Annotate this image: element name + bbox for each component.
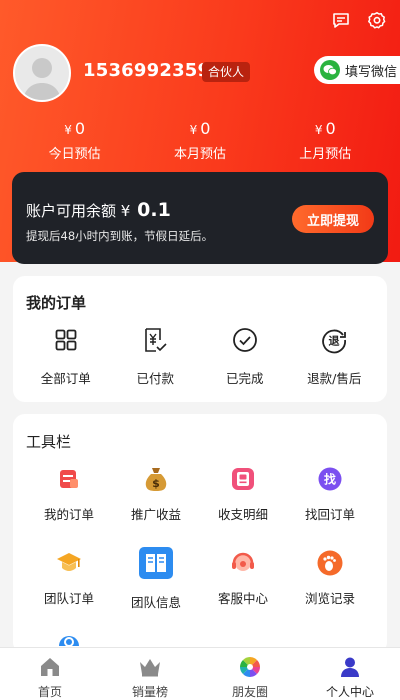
order-paid[interactable]: 已付款 xyxy=(113,326,197,387)
stat-label: 本月预估 xyxy=(173,147,226,162)
order-completed-label: 已完成 xyxy=(225,371,264,386)
order-refund[interactable]: 退 退款/售后 xyxy=(292,326,376,387)
balance-currency: ¥ xyxy=(120,202,131,220)
headset-icon xyxy=(228,548,258,578)
withdraw-note: 提现后48小时内到账，节假日延后。 xyxy=(26,229,214,243)
tools-title: 工具栏 xyxy=(26,433,72,451)
tool-browse-history[interactable]: 浏览记录 xyxy=(286,548,374,607)
svg-text:退: 退 xyxy=(329,334,340,348)
my-orders-card: 我的订单 全部订单 已付款 已完成 退 退款/售后 xyxy=(13,276,387,402)
graduation-cap-icon xyxy=(54,548,84,578)
tab-sales-ranking[interactable]: 销量榜 xyxy=(100,648,200,700)
balance-line: 账户可用余额 ¥ 0.1 xyxy=(26,199,171,221)
refund-icon: 退 xyxy=(320,326,348,354)
stat-currency: ¥ xyxy=(64,123,72,137)
tab-profile[interactable]: 个人中心 xyxy=(300,648,400,700)
tab-label: 首页 xyxy=(37,685,62,699)
avatar[interactable] xyxy=(13,44,71,102)
tool-label: 团队信息 xyxy=(130,595,181,610)
member-level-badge: 合伙人 xyxy=(202,62,251,82)
settings-icon[interactable] xyxy=(366,10,388,32)
balance-amount: 0.1 xyxy=(137,199,171,221)
wechat-icon xyxy=(320,60,340,80)
order-all[interactable]: 全部订单 xyxy=(24,326,108,387)
order-completed[interactable]: 已完成 xyxy=(203,326,287,387)
paid-receipt-icon xyxy=(141,326,169,354)
order-list-icon xyxy=(54,464,84,494)
grid-icon xyxy=(52,326,80,354)
balance-label: 账户可用余额 xyxy=(26,202,117,220)
stat-value: 0 xyxy=(74,119,86,138)
person-icon xyxy=(338,655,362,678)
ledger-icon xyxy=(228,464,258,494)
book-icon xyxy=(137,544,175,582)
orders-title: 我的订单 xyxy=(26,294,87,312)
tool-customer-service[interactable]: 客服中心 xyxy=(199,548,287,607)
tab-label: 朋友圈 xyxy=(231,685,268,699)
message-icon[interactable] xyxy=(330,10,352,32)
tool-label: 推广收益 xyxy=(130,507,181,522)
tab-label: 销量榜 xyxy=(131,685,168,699)
money-bag-icon: $ xyxy=(141,464,171,494)
stat-value: 0 xyxy=(200,119,211,138)
tool-label: 客服中心 xyxy=(217,591,268,606)
header-actions xyxy=(330,10,388,32)
stat-last-month[interactable]: ¥0 上月预估 xyxy=(265,119,385,162)
fill-wechat-label: 填写微信 xyxy=(345,64,398,80)
crown-icon xyxy=(138,655,162,678)
tool-team-orders[interactable]: 团队订单 xyxy=(25,548,113,607)
pinwheel-icon xyxy=(238,655,262,678)
tool-label: 浏览记录 xyxy=(304,591,355,606)
tool-label: 找回订单 xyxy=(304,507,355,522)
stat-currency: ¥ xyxy=(189,123,198,137)
svg-text:$: $ xyxy=(152,477,160,490)
check-circle-icon xyxy=(231,326,259,354)
tab-moments[interactable]: 朋友圈 xyxy=(200,648,300,700)
tool-my-orders[interactable]: 我的订单 xyxy=(25,464,113,523)
tool-label: 团队订单 xyxy=(43,591,94,606)
stat-this-month[interactable]: ¥0 本月预估 xyxy=(140,119,260,162)
footprint-icon xyxy=(315,548,345,578)
toolbar-card: 工具栏 我的订单 $ 推广收益 收支明细 找 找回订单 团队订单 团队信息 客服… xyxy=(13,414,387,654)
order-all-label: 全部订单 xyxy=(40,371,91,386)
tool-income-expense[interactable]: 收支明细 xyxy=(199,464,287,523)
fill-wechat-button[interactable]: 填写微信 xyxy=(314,56,400,84)
tool-promotion-earnings[interactable]: $ 推广收益 xyxy=(112,464,200,523)
tab-label: 个人中心 xyxy=(325,685,374,699)
earnings-stats: ¥0 今日预估 ¥0 本月预估 ¥0 上月预估 xyxy=(0,119,400,162)
svg-text:找: 找 xyxy=(324,472,336,487)
order-status-row: 全部订单 已付款 已完成 退 退款/售后 xyxy=(21,326,379,387)
stat-label: 上月预估 xyxy=(299,147,352,162)
stat-label: 今日预估 xyxy=(48,147,101,162)
withdraw-button[interactable]: 立即提现 xyxy=(292,205,374,233)
tool-find-order[interactable]: 找 找回订单 xyxy=(286,464,374,523)
tool-team-info[interactable]: 团队信息 xyxy=(112,544,200,611)
find-order-icon: 找 xyxy=(315,464,345,494)
home-icon xyxy=(38,655,62,678)
stat-value: 0 xyxy=(325,119,336,138)
tab-home[interactable]: 首页 xyxy=(0,648,100,700)
order-refund-label: 退款/售后 xyxy=(307,371,362,386)
stat-today[interactable]: ¥0 今日预估 xyxy=(15,119,135,162)
balance-card: 账户可用余额 ¥ 0.1 提现后48小时内到账，节假日延后。 立即提现 xyxy=(12,172,388,264)
order-paid-label: 已付款 xyxy=(136,371,174,386)
bottom-tab-bar: 首页 销量榜 朋友圈 个人中心 xyxy=(0,647,400,700)
stat-currency: ¥ xyxy=(314,123,323,137)
tool-label: 收支明细 xyxy=(217,507,268,522)
tool-label: 我的订单 xyxy=(43,507,94,522)
